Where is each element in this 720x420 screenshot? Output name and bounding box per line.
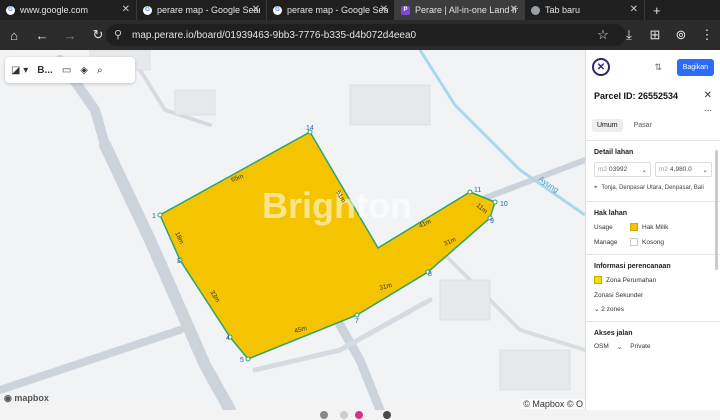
back-icon[interactable]: ← [28,21,56,49]
taskbar-app-icon[interactable] [340,411,348,419]
vertex-label: 10 [500,201,508,208]
map-toolbar: ◪ ▾ B... ▭ ◈ ⌕ [5,57,135,83]
land-detail-section: Detail lahan m2 03992 ⌄ m2 4,980.0 ⌄ ⌖ Ton… [586,140,720,193]
perare-icon: P [401,5,410,15]
layers-toggle-icon[interactable]: ◪ ▾ [11,65,28,76]
building [349,84,431,126]
osm-row: OSM ⌄ Private [594,343,651,351]
building [439,279,491,321]
taskbar-app-icon[interactable] [383,411,391,419]
chevron-down-icon: ⌄ [702,166,708,174]
close-tab-icon[interactable]: ✕ [252,4,260,15]
more-options-button[interactable]: ... [586,103,720,113]
building [499,349,571,391]
usage-swatch [630,223,638,231]
google-icon: G [273,5,282,15]
vertex-label: 9 [490,218,494,225]
tab-new[interactable]: Tab baru ✕ [525,0,645,20]
zone-row: Zona Perumahan [594,276,712,284]
planning-section: Informasi perencanaan Zona Perumahan Zon… [586,254,720,313]
vertex-label: 5 [240,357,244,364]
tab-pasar[interactable]: Pasar [629,119,657,132]
bookmark-star-icon[interactable]: ☆ [590,21,616,49]
section-title: Detail lahan [594,149,634,156]
download-icon[interactable]: ⤓ [616,21,642,49]
taskbar-app-icon[interactable] [320,411,328,419]
url-text: map.perare.io/board/01939463-9bb3-7776-b… [132,29,417,41]
sync-icon[interactable]: ⇅ [654,62,662,73]
mapbox-icon: ◉ [4,393,15,403]
vertex-label: 8 [428,271,432,278]
vertex-label: 11 [474,187,481,194]
manage-row: Manage Kosong [594,238,665,246]
chevron-down-icon: ⌄ [641,166,647,174]
address-bar[interactable]: ⚲ map.perare.io/board/01939463-9bb3-7776… [106,24,626,46]
land-rights-section: Hak lahan Usage Hak Milik Manage Kosong [586,201,720,246]
vertex-label: 14 [306,125,314,132]
parcel-panel: ✕ ⇅ Bagikan Parcel ID: 26552534 ✕ ... Um… [585,50,720,410]
tab-search-1[interactable]: G perare map - Google Search ✕ [137,0,267,20]
map-canvas[interactable]: Ayung Brighton 1 3 4 5 7 8 9 10 11 14 65… [0,50,585,410]
chrome-icon [531,5,540,15]
road-access-section: Akses jalan OSM ⌄ Private [586,321,720,351]
map-attribution[interactable]: © Mapbox © O [521,399,585,409]
map-svg: Ayung Brighton 1 3 4 5 7 8 9 10 11 14 65… [0,50,585,410]
parcel-header: Parcel ID: 26552534 ✕ [586,84,720,103]
area-select[interactable]: m2 03992 ⌄ [594,162,651,177]
book-icon[interactable]: ▭ [62,65,71,76]
profile-icon[interactable]: ⊚ [668,21,694,49]
parcel-id: Parcel ID: 26552534 [594,90,679,101]
browser-tab-bar: G www.google.com ✕ G perare map - Google… [0,0,720,20]
taskbar-app-icon[interactable] [355,411,363,419]
forward-icon[interactable]: → [56,21,84,49]
road [0,326,184,394]
secondary-zones-toggle[interactable]: ⌄ 2 zones [594,305,712,313]
section-title: Hak lahan [594,210,628,217]
close-tab-icon[interactable]: ✕ [380,4,388,15]
tab-google[interactable]: G www.google.com ✕ [0,0,137,20]
building [174,89,216,116]
home-icon[interactable]: ⌂ [0,21,28,49]
tab-perare[interactable]: P Perare | All-in-one Land Info ✕ [395,0,525,20]
address: ⌖ Tonja, Denpasar Utara, Denpasar, Bali [594,185,704,191]
stack-icon[interactable]: ◈ [80,65,88,76]
search-icon[interactable]: ⌕ [97,65,103,76]
google-icon: G [143,5,152,15]
secondary-zoning-label: Zonasi Sekunder [594,292,644,299]
vertex-label: 3 [177,258,181,265]
panel-scrollbar[interactable] [715,150,718,270]
close-icon[interactable]: ✕ [704,90,712,101]
board-name[interactable]: B... [37,65,53,76]
manage-swatch [630,238,638,246]
taskbar [0,410,720,420]
browser-toolbar: ⌂ ← → ↻ ⚲ map.perare.io/board/01939463-9… [0,20,720,50]
share-button[interactable]: Bagikan [676,59,714,76]
area2-select[interactable]: m2 4,980.0 ⌄ [655,162,712,177]
panel-header: ✕ ⇅ Bagikan [586,50,720,84]
translate-icon[interactable]: ⊞ [642,21,668,49]
close-tab-icon[interactable]: ✕ [510,4,518,15]
panel-tabs: Umum Pasar [586,113,720,132]
perare-logo-icon[interactable]: ✕ [592,58,610,76]
vertex-label: 7 [355,318,359,325]
tab-umum[interactable]: Umum [592,119,623,132]
location-pin-icon: ⌖ [594,185,598,191]
vertex-label: 4 [226,335,230,342]
site-info-icon[interactable]: ⚲ [114,28,122,41]
chevron-down-icon: ⌄ [616,344,623,351]
mapbox-logo: ◉ mapbox [4,393,49,403]
section-title: Akses jalan [594,330,633,337]
close-tab-icon[interactable]: ✕ [630,4,638,15]
menu-dots-icon[interactable]: ⋮ [694,21,720,49]
zone-swatch [594,276,602,284]
section-title: Informasi perencanaan [594,263,671,270]
google-icon: G [6,5,15,15]
usage-row: Usage Hak Milik [594,223,669,231]
tab-search-2[interactable]: G perare map - Google Search ✕ [267,0,395,20]
new-tab-button[interactable]: + [653,3,661,18]
close-tab-icon[interactable]: ✕ [122,4,130,15]
vertex-label: 1 [152,213,156,220]
